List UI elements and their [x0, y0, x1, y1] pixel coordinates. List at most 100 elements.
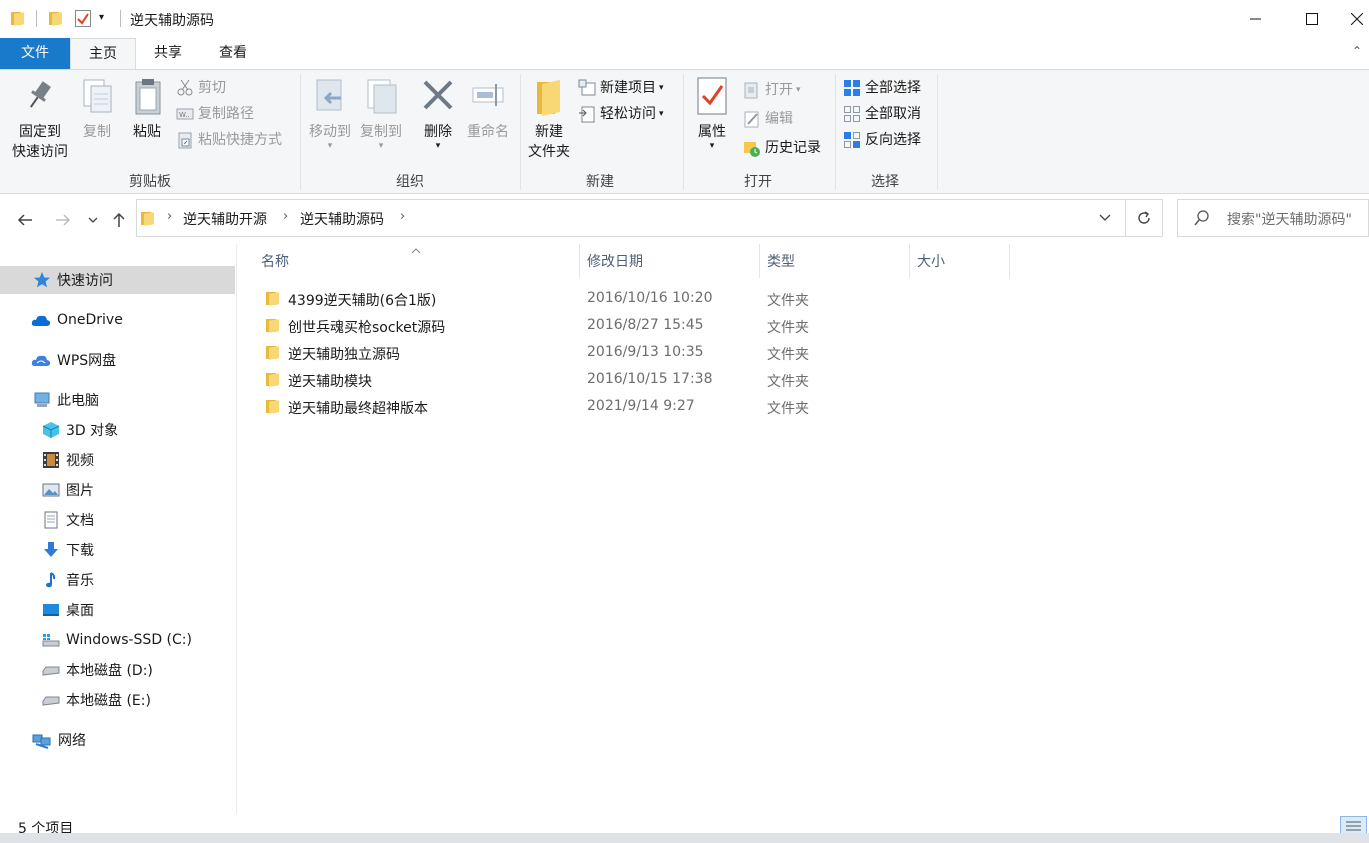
select-all-label: 全部选择 — [865, 80, 921, 96]
new-folder-label-line1: 新建 — [535, 124, 563, 140]
refresh-button[interactable] — [1126, 199, 1163, 237]
delete-button[interactable]: 删除 ▾ — [416, 76, 460, 151]
nav-item-this-pc[interactable]: 此电脑 — [0, 386, 235, 414]
nav-item-drive-d[interactable]: 本地磁盘 (D:) — [0, 656, 235, 684]
select-all-button[interactable]: 全部选择 — [843, 76, 921, 100]
breadcrumb-separator-icon[interactable]: › — [283, 209, 288, 224]
nav-item-wps-cloud[interactable]: WPS网盘 — [0, 346, 235, 374]
copy-icon — [80, 76, 114, 118]
file-name: 创世兵魂买枪socket源码 — [288, 320, 446, 336]
nav-item-label: Windows-SSD (C:) — [66, 632, 192, 648]
nav-item-videos[interactable]: 视频 — [0, 446, 235, 474]
maximize-button[interactable] — [1289, 0, 1335, 38]
file-type: 文件夹 — [767, 320, 809, 336]
tab-file[interactable]: 文件 — [0, 38, 70, 69]
nav-item-quick-access[interactable]: 快速访问 — [0, 266, 235, 294]
nav-item-pictures[interactable]: 图片 — [0, 476, 235, 504]
nav-item-downloads[interactable]: 下载 — [0, 536, 235, 564]
close-button[interactable] — [1345, 0, 1369, 38]
history-button[interactable]: 历史记录 — [743, 136, 821, 160]
select-none-label: 全部取消 — [865, 106, 921, 122]
drive-icon — [42, 691, 60, 709]
new-item-button[interactable]: 新建项目 ▾ — [578, 76, 664, 100]
file-type: 文件夹 — [767, 374, 809, 390]
quick-access-properties-icon[interactable] — [75, 10, 91, 27]
up-button[interactable] — [107, 208, 131, 232]
nav-item-network[interactable]: 网络 — [0, 726, 235, 754]
column-header-date-modified[interactable]: 修改日期 — [587, 250, 643, 274]
easy-access-icon — [578, 105, 596, 123]
recent-locations-button[interactable] — [82, 208, 104, 232]
nav-item-music[interactable]: 音乐 — [0, 566, 235, 594]
minimize-button[interactable] — [1233, 0, 1279, 38]
pin-label-line1: 固定到 — [19, 124, 61, 140]
move-to-button[interactable]: 移动到 ▾ — [304, 76, 356, 151]
paste-button[interactable]: 粘贴 — [126, 76, 168, 142]
computer-icon — [33, 391, 51, 409]
nav-item-onedrive[interactable]: OneDrive — [0, 306, 235, 334]
edit-pencil-icon — [743, 110, 761, 128]
back-button[interactable] — [13, 208, 37, 232]
table-row[interactable]: 创世兵魂买枪socket源码 2016/8/27 15:45 文件夹 — [258, 313, 838, 340]
breadcrumb-separator-icon[interactable]: › — [167, 209, 172, 224]
new-folder-button[interactable]: 新建 文件夹 — [524, 76, 574, 162]
table-row[interactable]: 4399逆天辅助(6合1版) 2016/10/16 10:20 文件夹 — [258, 286, 838, 313]
tab-share[interactable]: 共享 — [136, 38, 200, 69]
paste-label: 粘贴 — [133, 124, 161, 140]
nav-item-drive-e[interactable]: 本地磁盘 (E:) — [0, 686, 235, 714]
properties-button[interactable]: 属性 ▾ — [690, 76, 734, 151]
nav-item-label: 此电脑 — [57, 393, 99, 409]
breadcrumb-item[interactable]: 逆天辅助开源 — [183, 209, 267, 229]
open-icon — [743, 81, 761, 99]
address-history-dropdown[interactable] — [1099, 212, 1111, 228]
copy-to-button[interactable]: 复制到 ▾ — [356, 76, 406, 151]
copy-path-button[interactable]: W.. 复制路径 — [176, 102, 254, 126]
column-header-name[interactable]: 名称 — [261, 250, 289, 274]
film-icon — [42, 451, 60, 469]
nav-item-drive-c[interactable]: Windows-SSD (C:) — [0, 626, 235, 654]
breadcrumb-separator-icon[interactable]: › — [400, 209, 405, 224]
cut-button[interactable]: 剪切 — [176, 76, 226, 100]
document-icon — [42, 511, 60, 529]
search-input[interactable]: 搜索"逆天辅助源码" — [1177, 199, 1369, 237]
wps-cloud-icon — [31, 351, 51, 369]
pin-quick-access-button[interactable]: 固定到 快速访问 — [6, 76, 74, 162]
collapse-ribbon-icon[interactable]: ⌃ — [1352, 44, 1362, 58]
nav-item-3d-objects[interactable]: 3D 对象 — [0, 416, 235, 444]
nav-item-documents[interactable]: 文档 — [0, 506, 235, 534]
delete-label: 删除 — [424, 124, 452, 140]
nav-item-desktop[interactable]: 桌面 — [0, 596, 235, 624]
copy-button[interactable]: 复制 — [78, 76, 116, 142]
chevron-down-icon: ▾ — [659, 109, 664, 119]
group-label-select: 选择 — [871, 174, 899, 190]
network-icon — [32, 731, 52, 749]
address-bar[interactable]: › 逆天辅助开源 › 逆天辅助源码 › — [136, 199, 1126, 237]
edit-button[interactable]: 编辑 — [743, 107, 793, 131]
quick-access-dropdown-icon[interactable]: ▾ — [99, 12, 104, 23]
up-arrow-icon — [113, 212, 125, 227]
column-header-size[interactable]: 大小 — [917, 250, 945, 274]
easy-access-button[interactable]: 轻松访问 ▾ — [578, 102, 664, 126]
breadcrumb-item[interactable]: 逆天辅助源码 — [300, 209, 384, 229]
tab-view[interactable]: 查看 — [200, 38, 266, 69]
table-row[interactable]: 逆天辅助独立源码 2016/9/13 10:35 文件夹 — [258, 340, 838, 367]
taskbar-edge — [0, 833, 1369, 843]
invert-selection-button[interactable]: 反向选择 — [843, 128, 921, 152]
table-row[interactable]: 逆天辅助最终超神版本 2021/9/14 9:27 文件夹 — [258, 394, 838, 421]
table-row[interactable]: 逆天辅助模块 2016/10/15 17:38 文件夹 — [258, 367, 838, 394]
tab-home[interactable]: 主页 — [70, 38, 136, 70]
rename-button[interactable]: 重命名 — [464, 76, 512, 142]
paste-shortcut-button[interactable]: 粘贴快捷方式 — [176, 128, 282, 152]
select-all-icon — [843, 79, 861, 97]
drive-icon — [42, 661, 60, 679]
select-none-button[interactable]: 全部取消 — [843, 102, 921, 126]
open-button[interactable]: 打开 ▾ — [743, 78, 801, 102]
file-name: 逆天辅助模块 — [288, 374, 372, 390]
file-date: 2016/8/27 15:45 — [587, 317, 704, 333]
forward-button[interactable] — [51, 208, 75, 232]
nav-item-label: 3D 对象 — [66, 423, 119, 439]
nav-item-label: 视频 — [66, 453, 94, 469]
column-header-type[interactable]: 类型 — [767, 250, 795, 274]
nav-item-label: 下载 — [66, 543, 94, 559]
open-label: 打开 — [765, 82, 793, 98]
